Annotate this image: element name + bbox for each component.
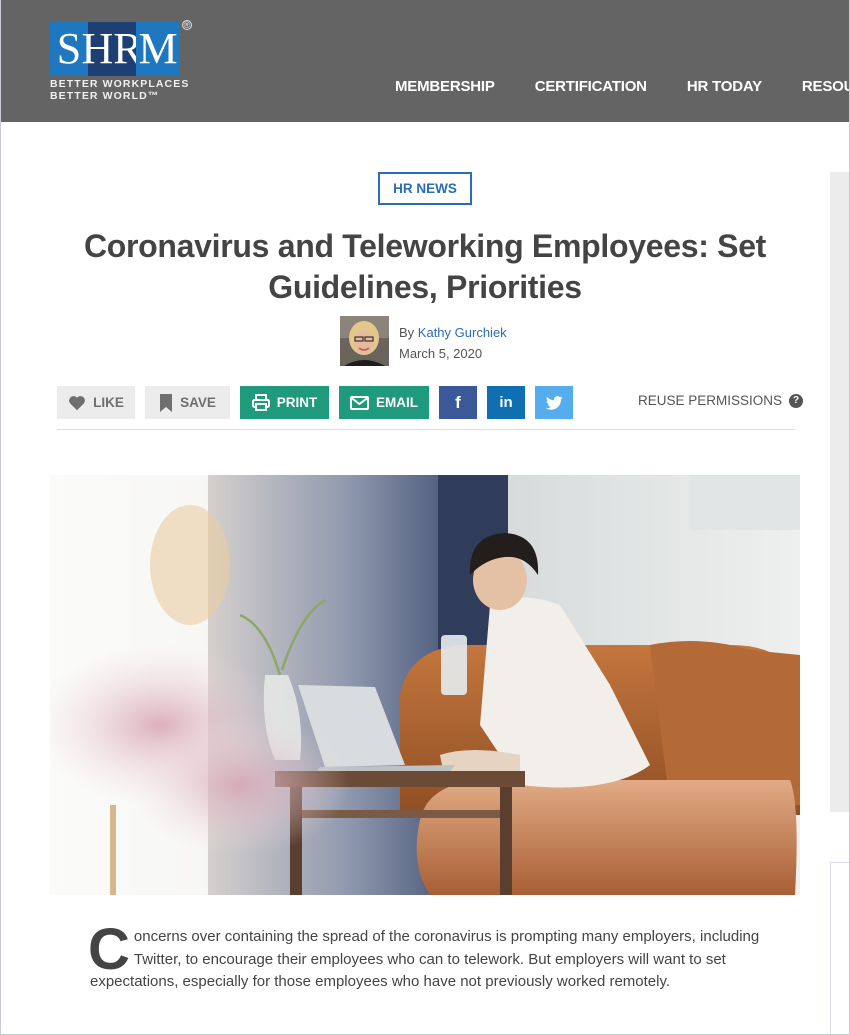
email-button[interactable]: EMAIL xyxy=(339,386,429,419)
author-avatar xyxy=(340,316,389,366)
main-nav: MEMBERSHIP CERTIFICATION HR TODAY RESOUR… xyxy=(395,78,849,95)
linkedin-share-button[interactable]: in xyxy=(487,386,525,419)
bookmark-icon xyxy=(160,393,173,412)
author-link[interactable]: Kathy Gurchiek xyxy=(418,325,507,340)
like-button[interactable]: LIKE xyxy=(57,386,135,419)
reuse-permissions-label: REUSE PERMISSIONS xyxy=(638,393,783,408)
linkedin-icon: in xyxy=(499,394,513,411)
byline-prefix: By xyxy=(399,325,415,340)
byline: By Kathy Gurchiek March 5, 2020 xyxy=(399,322,507,364)
envelope-icon xyxy=(350,395,369,410)
nav-resources[interactable]: RESOURCES & TOOLS xyxy=(802,78,849,95)
print-button[interactable]: PRINT xyxy=(240,386,329,419)
twitter-icon xyxy=(545,395,563,410)
nav-certification[interactable]: CERTIFICATION xyxy=(535,78,647,95)
tagline-line-2: BETTER WORLD™ xyxy=(50,90,160,102)
logo-letters-hr: HR xyxy=(81,22,143,76)
sidebar-box xyxy=(830,862,849,1034)
question-circle-icon[interactable]: ? xyxy=(789,393,804,408)
article-lead-paragraph: Concerns over containing the spread of t… xyxy=(88,917,770,994)
article-title: Coronavirus and Teleworking Employees: S… xyxy=(83,228,767,305)
heart-icon xyxy=(69,395,86,410)
browser-page: S HR M ® BETTER WORKPLACES BETTER WORLD™… xyxy=(0,0,850,1035)
logo-letter-m: M xyxy=(136,22,180,76)
save-button[interactable]: SAVE xyxy=(145,386,230,419)
logo-mark: S HR M xyxy=(50,22,180,76)
tagline-line-1: BETTER WORKPLACES xyxy=(50,78,190,90)
publish-date: March 5, 2020 xyxy=(399,346,483,361)
nav-membership[interactable]: MEMBERSHIP xyxy=(395,78,495,95)
hero-image xyxy=(50,475,800,895)
printer-icon xyxy=(251,394,270,411)
byline-author-line: By Kathy Gurchiek xyxy=(399,322,507,343)
facebook-icon: f xyxy=(455,392,461,412)
registered-mark: ® xyxy=(182,20,192,30)
print-label: PRINT xyxy=(276,395,318,410)
like-label: LIKE xyxy=(93,395,124,410)
action-bar-divider xyxy=(57,429,795,430)
shrm-logo[interactable]: S HR M xyxy=(50,22,180,76)
email-label: EMAIL xyxy=(376,395,418,410)
lead-text: oncerns over containing the spread of th… xyxy=(90,928,760,990)
category-tag[interactable]: HR NEWS xyxy=(378,172,472,205)
reuse-permissions-link[interactable]: REUSE PERMISSIONS ? xyxy=(638,393,804,408)
logo-tagline: BETTER WORKPLACES BETTER WORLD™ xyxy=(50,78,189,102)
drop-cap: C xyxy=(88,917,130,982)
facebook-share-button[interactable]: f xyxy=(439,386,477,419)
twitter-share-button[interactable] xyxy=(535,386,573,419)
sidebar-ad-panel xyxy=(830,172,849,812)
save-label: SAVE xyxy=(180,395,216,410)
nav-hr-today[interactable]: HR TODAY xyxy=(687,78,762,95)
site-header: S HR M ® BETTER WORKPLACES BETTER WORLD™… xyxy=(1,0,849,122)
